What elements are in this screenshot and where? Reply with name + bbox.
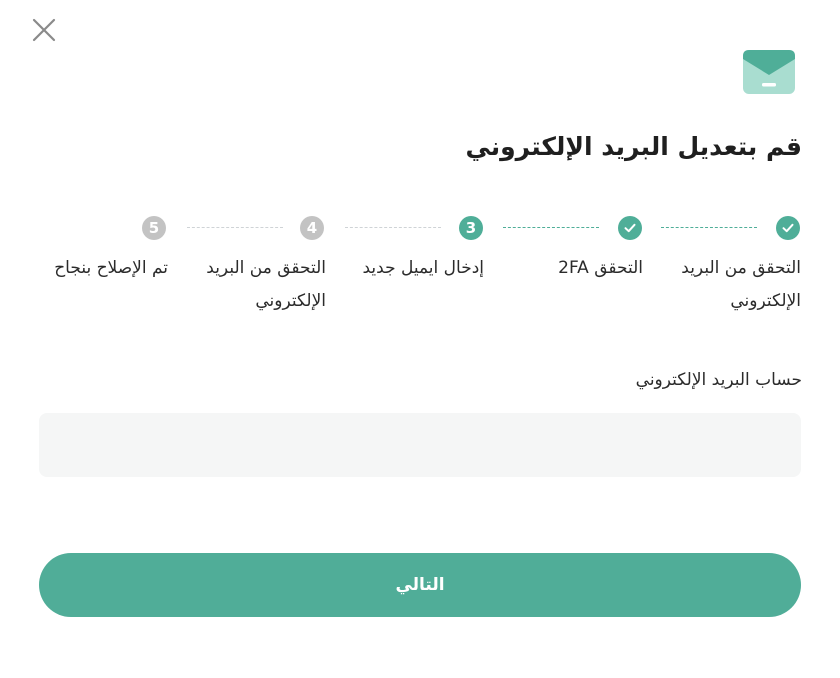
step-2-check-icon xyxy=(618,216,642,240)
stepper-connector-2-3 xyxy=(503,227,599,228)
step-5-number: 5 xyxy=(142,216,166,240)
step-3-label: إدخال ايميل جديد xyxy=(362,258,484,278)
step-5-label: تم الإصلاح بنجاح xyxy=(54,258,168,278)
step-1-check-icon xyxy=(776,216,800,240)
stepper-connector-1-2 xyxy=(661,227,757,228)
step-1-label: التحقق من البريد الإلكتروني xyxy=(681,258,801,311)
step-2-label: التحقق 2FA xyxy=(558,258,643,278)
step-3-number: 3 xyxy=(459,216,483,240)
stepper-connector-3-4 xyxy=(345,227,441,228)
next-button[interactable]: التالي xyxy=(39,553,801,617)
step-4-label: التحقق من البريد الإلكتروني xyxy=(206,258,326,311)
stepper-connector-4-5 xyxy=(187,227,283,228)
step-4-number: 4 xyxy=(300,216,324,240)
email-input[interactable] xyxy=(39,413,801,477)
email-field-label: حساب البريد الإلكتروني xyxy=(635,370,802,390)
progress-stepper: التحقق من البريد الإلكتروني التحقق 2FA 3… xyxy=(0,0,840,330)
